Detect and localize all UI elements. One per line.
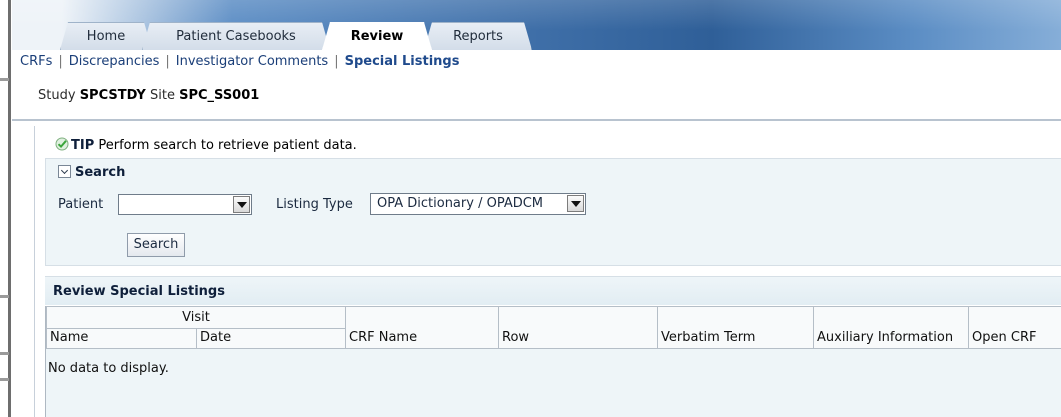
subnav-crfs[interactable]: CRFs [20, 54, 52, 69]
patient-select[interactable] [118, 194, 252, 215]
study-label: Study [38, 88, 76, 103]
results-table: Visit CRF Name Row Verbatim Term Auxilia… [45, 306, 1061, 417]
subnav-investigator-comments[interactable]: Investigator Comments [176, 54, 328, 69]
main-panel: TIP Perform search to retrieve patient d… [34, 126, 1061, 417]
patient-label: Patient [58, 197, 104, 212]
chevron-down-icon[interactable] [58, 165, 71, 178]
search-button[interactable]: Search [127, 233, 185, 257]
left-edge-tick [0, 378, 9, 381]
dropdown-arrow-icon[interactable] [233, 196, 250, 213]
column-header-crf-name[interactable]: CRF Name [345, 306, 500, 349]
search-region: Search Patient Listing Type OPA Dictiona… [45, 158, 1061, 266]
tab-review[interactable]: Review [322, 22, 432, 50]
results-title: Review Special Listings [45, 276, 1061, 305]
tip-message: TIP Perform search to retrieve patient d… [55, 137, 357, 153]
column-header-row[interactable]: Row [498, 306, 659, 349]
listing-type-label: Listing Type [276, 197, 353, 212]
tab-home[interactable]: Home [60, 22, 152, 50]
section-divider [12, 119, 1061, 121]
sub-navigation: CRFs | Discrepancies | Investigator Comments… [20, 51, 459, 73]
column-header-name[interactable]: Name [46, 328, 197, 349]
site-label: Site [150, 88, 175, 103]
tab-reports[interactable]: Reports [424, 22, 532, 50]
left-edge-tick [0, 295, 9, 298]
tab-patient-casebooks[interactable]: Patient Casebooks [142, 22, 330, 50]
subnav-discrepancies[interactable]: Discrepancies [69, 54, 160, 69]
listing-type-select[interactable]: OPA Dictionary / OPADCM [370, 193, 586, 215]
search-title: Search [75, 165, 126, 180]
left-edge-tick [0, 78, 9, 81]
left-edge [0, 0, 12, 417]
column-header-auxiliary-information[interactable]: Auxiliary Information [813, 306, 970, 349]
tip-label: TIP [71, 138, 95, 153]
site-value: SPC_SS001 [179, 88, 260, 103]
column-header-date[interactable]: Date [195, 328, 347, 349]
search-header[interactable]: Search [58, 165, 125, 180]
column-header-verbatim-term[interactable]: Verbatim Term [657, 306, 815, 349]
left-edge-tick [0, 352, 9, 355]
subnav-separator: | [58, 54, 63, 69]
dropdown-arrow-icon[interactable] [567, 195, 584, 212]
column-header-open-crf[interactable]: Open CRF [968, 306, 1061, 349]
tip-text: Perform search to retrieve patient data. [98, 138, 357, 153]
study-value: SPCSTDY [79, 88, 146, 103]
subnav-separator: | [334, 54, 339, 69]
checkmark-icon [55, 137, 69, 151]
listing-type-value: OPA Dictionary / OPADCM [377, 196, 544, 211]
study-context: Study SPCSTDY Site SPC_SS001 [38, 88, 259, 103]
subnav-special-listings[interactable]: Special Listings [345, 54, 460, 69]
subnav-separator: | [165, 54, 170, 69]
header-banner: Home Patient Casebooks Reports Review [12, 0, 1061, 50]
column-group-visit: Visit [45, 306, 347, 329]
empty-state-text: No data to display. [48, 361, 169, 376]
